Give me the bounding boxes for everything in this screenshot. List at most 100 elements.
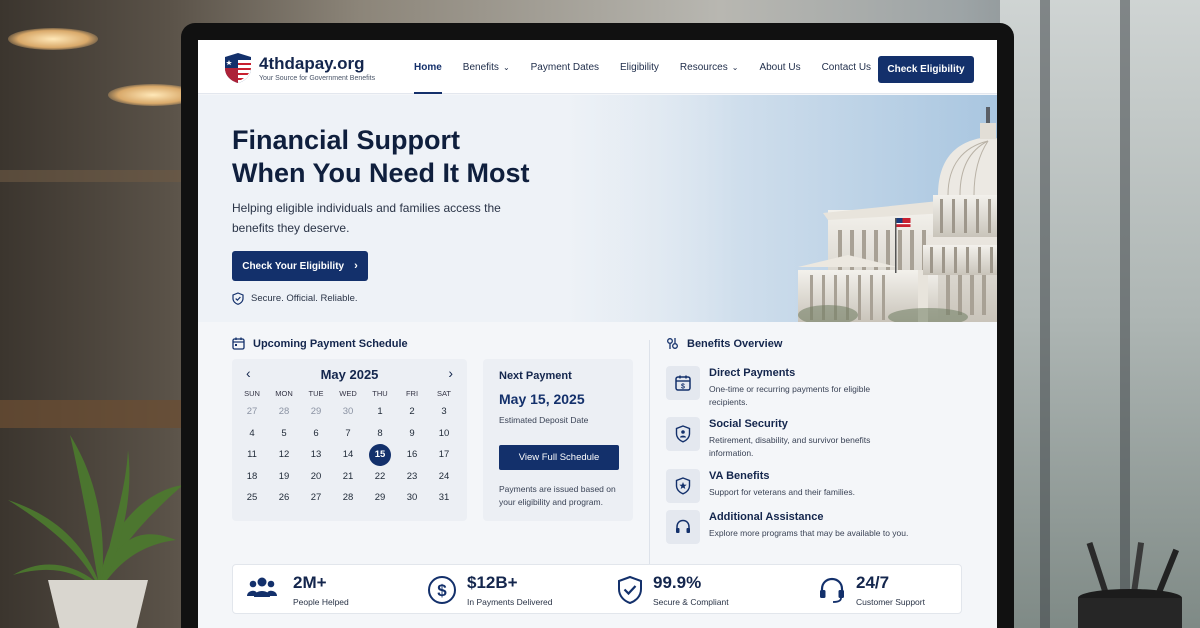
calendar-day-selected[interactable]: 15	[364, 444, 396, 466]
calendar-day-number: 5	[281, 427, 287, 439]
benefit-description: Retirement, disability, and survivor ben…	[709, 435, 871, 458]
calendar-day[interactable]: 19	[268, 466, 300, 488]
site-name: 4thdapay.org	[259, 53, 365, 73]
nav-about-us[interactable]: About Us	[759, 40, 800, 94]
calendar-day-number: 8	[377, 427, 383, 439]
nav-contact-us[interactable]: Contact Us	[822, 40, 871, 94]
calendar-day[interactable]: 20	[300, 466, 332, 488]
calendar-day[interactable]: 12	[268, 444, 300, 466]
benefit-item-va-benefits[interactable]: VA Benefits Support for veterans and the…	[666, 469, 976, 513]
section-divider	[649, 340, 650, 578]
benefit-title: VA Benefits	[709, 470, 770, 482]
calendar-day[interactable]: 29	[300, 401, 332, 423]
calendar-day[interactable]: 27	[236, 401, 268, 423]
calendar-day[interactable]: 26	[268, 487, 300, 509]
calendar-day-number: 23	[406, 470, 418, 482]
view-full-schedule-button[interactable]: View Full Schedule	[499, 445, 619, 470]
calendar-weekday: SUN	[244, 389, 260, 398]
calendar-day[interactable]: 29	[364, 487, 396, 509]
background-window	[1000, 0, 1200, 628]
calendar-day[interactable]: 14	[332, 444, 364, 466]
calendar-day-number: 17	[438, 449, 450, 460]
benefit-title: Direct Payments	[709, 367, 796, 379]
nav-benefits[interactable]: Benefits ⌄	[463, 40, 510, 94]
calendar-day-number: 3	[441, 406, 447, 417]
calendar-day[interactable]: 17	[428, 444, 460, 466]
calendar-day-number: 1	[377, 406, 383, 417]
nav-payment-dates-label: Payment Dates	[530, 61, 600, 73]
check-your-eligibility-button[interactable]: Check Your Eligibility ›	[232, 251, 368, 281]
calendar-header: ‹ May 2025 ›	[232, 359, 467, 387]
calendar-weekday: FRI	[405, 389, 419, 398]
calendar-day[interactable]: 24	[428, 466, 460, 488]
benefit-item-social-security[interactable]: Social Security Retirement, disability, …	[666, 417, 976, 461]
chevron-right-icon[interactable]: ›	[448, 365, 453, 381]
calendar-grid: SUN MON TUE WED THU FRI SAT 27 28 29 30 1 2 3 4 5 6 7 8 9 10…	[236, 387, 467, 509]
svg-text:$: $	[437, 581, 447, 600]
check-eligibility-button[interactable]: Check Eligibility	[878, 56, 974, 83]
calendar-day[interactable]: 13	[300, 444, 332, 466]
calendar-day-number: 16	[406, 449, 418, 460]
calendar-day[interactable]: 6	[300, 423, 332, 445]
calendar-day[interactable]: 3	[428, 401, 460, 423]
top-navigation: 4thdapay.org Your Source for Government …	[198, 40, 997, 94]
benefits-overview-heading-text: Benefits Overview	[687, 337, 783, 350]
calendar-day[interactable]: 25	[236, 487, 268, 509]
stats-bar: 2M+ People Helped $ $12B+ In Payments De…	[232, 564, 962, 614]
site-tagline: Your Source for Government Benefits	[259, 74, 376, 82]
calendar-day[interactable]: 28	[332, 487, 364, 509]
next-payment-footnote: Payments are issued based on your eligib…	[499, 484, 616, 507]
calendar-weekday: MON	[275, 389, 293, 398]
calendar-day[interactable]: 22	[364, 466, 396, 488]
calendar-day[interactable]: 23	[396, 466, 428, 488]
calendar-day[interactable]: 28	[268, 401, 300, 423]
calendar-day-number: 28	[278, 406, 290, 417]
calendar-day[interactable]: 1	[364, 401, 396, 423]
hero-trust-line: Secure. Official. Reliable.	[232, 292, 358, 305]
calendar-day[interactable]: 18	[236, 466, 268, 488]
calendar-day-number: 18	[246, 470, 258, 482]
calendar-day[interactable]: 21	[332, 466, 364, 488]
svg-text:$: $	[681, 384, 685, 391]
calendar-day-number: 20	[310, 470, 322, 482]
calendar-day-number: 26	[278, 492, 290, 503]
nav-payment-dates[interactable]: Payment Dates	[531, 40, 599, 94]
nav-about-us-label: About Us	[759, 61, 801, 73]
calendar-day[interactable]: 8	[364, 423, 396, 445]
gift-icon	[667, 338, 678, 349]
stat-value: $12B+	[467, 573, 518, 592]
calendar-icon	[232, 337, 245, 350]
calendar-day[interactable]: 30	[332, 401, 364, 423]
nav-home-label: Home	[414, 61, 442, 73]
calendar-day[interactable]: 27	[300, 487, 332, 509]
calendar-day-number: 9	[409, 427, 415, 439]
calendar-day[interactable]: 30	[396, 487, 428, 509]
calendar-day[interactable]: 11	[236, 444, 268, 466]
people-shield-icon	[666, 417, 700, 451]
stat-value: 99.9%	[653, 573, 702, 592]
calendar-day[interactable]: 9	[396, 423, 428, 445]
payment-schedule-heading-text: Upcoming Payment Schedule	[253, 337, 408, 350]
nav-resources[interactable]: Resources ⌄	[680, 40, 739, 94]
calendar-day[interactable]: 16	[396, 444, 428, 466]
nav-eligibility[interactable]: Eligibility	[620, 40, 659, 94]
nav-home[interactable]: Home	[414, 40, 442, 94]
calendar-day[interactable]: 7	[332, 423, 364, 445]
calendar-day-number: 11	[247, 449, 257, 460]
calendar-day-number: 22	[374, 470, 386, 482]
calendar-day[interactable]: 4	[236, 423, 268, 445]
site-logo[interactable]: 4thdapay.org Your Source for Government …	[223, 52, 375, 84]
benefit-item-direct-payments[interactable]: $ Direct Payments One-time or recurring …	[666, 366, 976, 410]
calendar-day-number: 12	[278, 449, 290, 460]
pencil-cup	[1078, 542, 1182, 628]
dollar-circle-icon: $	[428, 576, 456, 604]
benefit-item-additional-assistance[interactable]: Additional Assistance Explore more progr…	[666, 510, 976, 554]
calendar-day[interactable]: 2	[396, 401, 428, 423]
calendar-day[interactable]: 31	[428, 487, 460, 509]
calendar-day[interactable]: 10	[428, 423, 460, 445]
next-payment-card: Next Payment May 15, 2025 Estimated Depo…	[483, 359, 633, 521]
calendar-day[interactable]: 5	[268, 423, 300, 445]
next-payment-label: Next Payment	[499, 370, 572, 382]
payment-calendar: ‹ May 2025 › SUN MON TUE WED THU FRI SAT 27 28 29…	[232, 359, 467, 521]
calendar-day-number: 2	[409, 406, 415, 417]
